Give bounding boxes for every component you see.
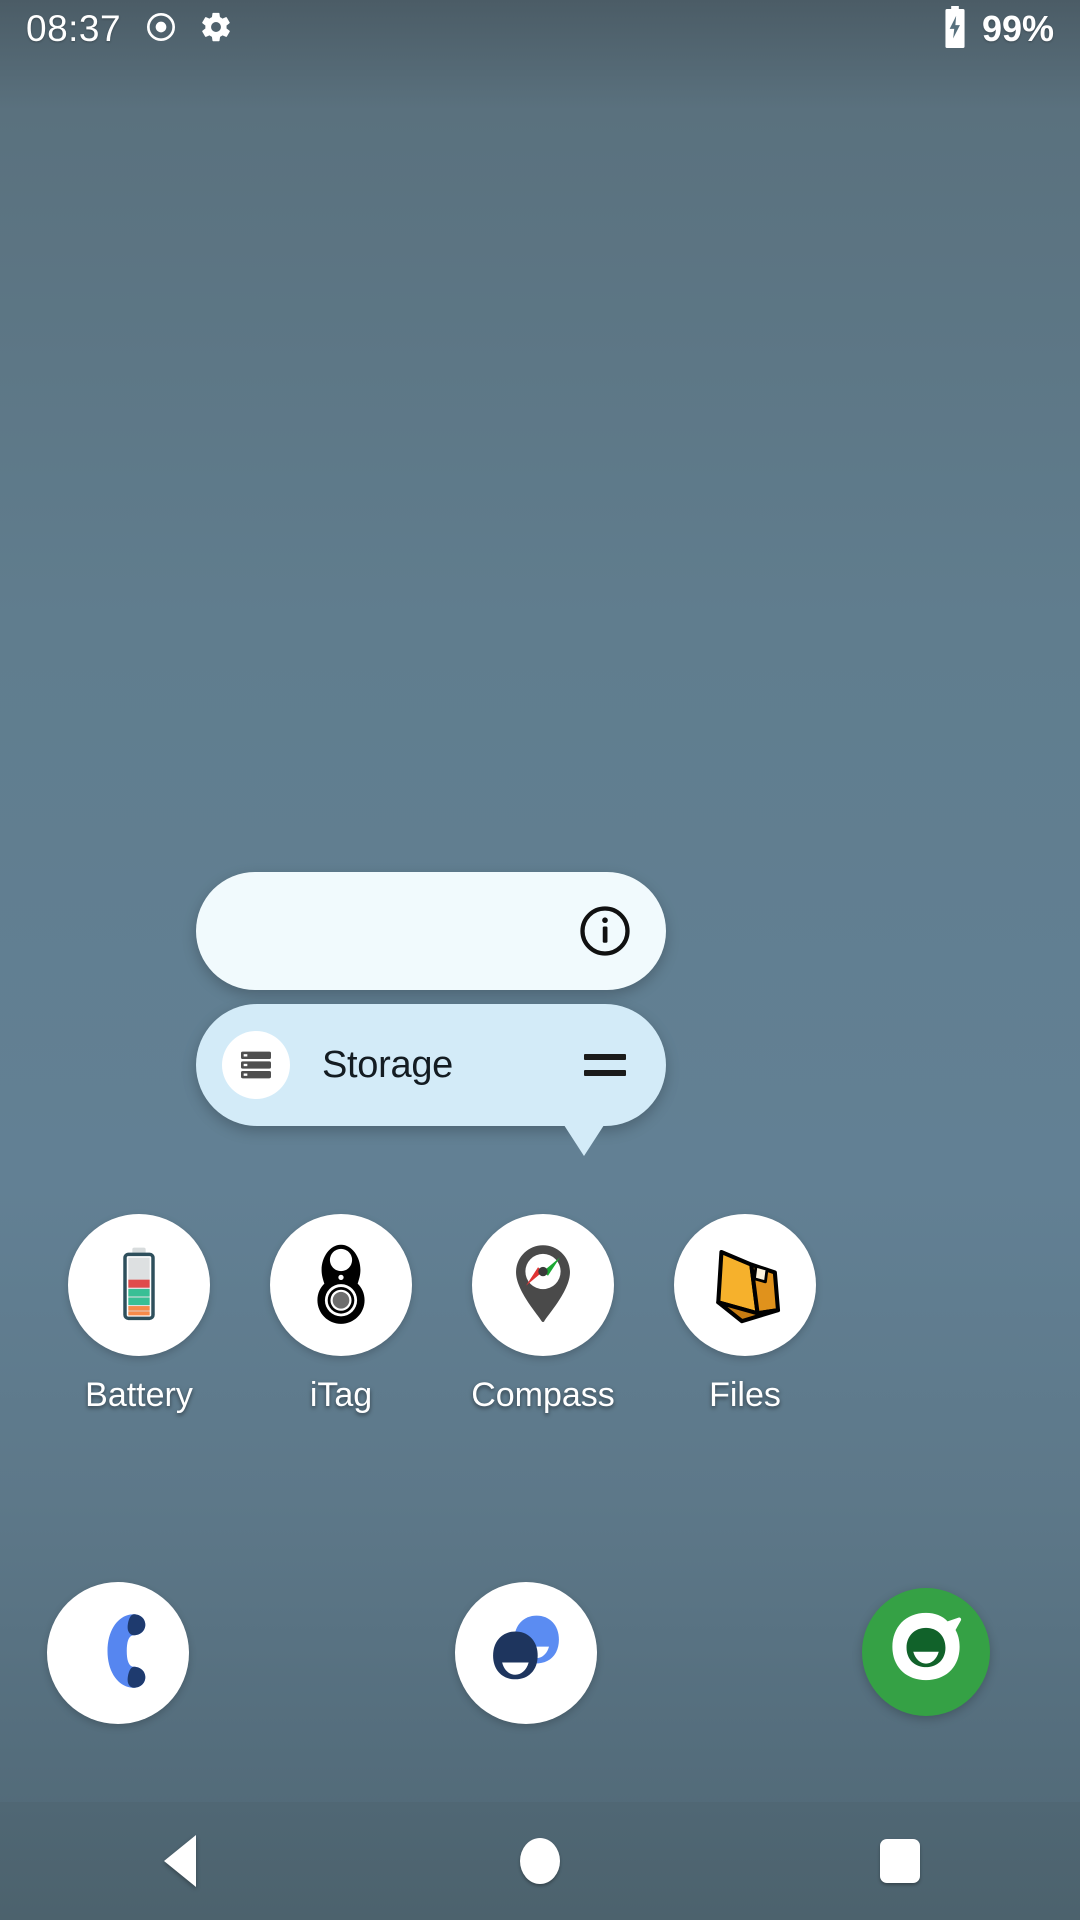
storage-bubble[interactable]: Storage [196,1004,666,1156]
dock-item-phone[interactable] [47,1582,189,1724]
dock [0,1580,1080,1740]
storage-bubble-label: Storage [322,1043,453,1086]
green-smiley-leaf-icon [880,1604,972,1701]
app-label-itag: iTag [309,1376,373,1414]
battery-charging-icon [941,5,969,53]
battery-icon[interactable] [68,1214,210,1356]
files-folder-icon[interactable] [674,1214,816,1356]
app-item-files[interactable]: Files [644,1214,846,1415]
popup-bubble-group: Storage [196,872,666,1156]
dock-item-green-app[interactable] [862,1588,990,1716]
app-label-compass: Compass [471,1376,615,1414]
app-label-files: Files [709,1376,781,1414]
app-label-battery: Battery [85,1376,193,1414]
back-triangle-icon [164,1835,196,1887]
compass-pin-icon[interactable] [472,1214,614,1356]
nav-home-button[interactable] [455,1802,625,1920]
itag-keyfob-icon[interactable] [270,1214,412,1356]
gear-icon [199,10,233,49]
app-item-compass[interactable]: Compass [442,1214,644,1415]
equals-drag-handle-icon[interactable] [584,1054,626,1076]
battery-percentage: 99% [981,8,1054,49]
info-bubble[interactable] [196,872,666,990]
app-grid-row: Battery iTag Compass Files [0,1214,1080,1415]
record-dot-icon [145,11,177,48]
status-bar[interactable]: 08:37 99% [0,0,1080,58]
phone-handset-icon [76,1609,160,1698]
two-faces-icon [480,1605,572,1702]
info-circle-icon[interactable] [578,904,632,958]
app-item-battery[interactable]: Battery [38,1214,240,1415]
app-item-itag[interactable]: iTag [240,1214,442,1415]
recents-square-icon [880,1839,920,1883]
home-circle-icon [520,1838,560,1884]
status-clock: 08:37 [26,8,122,49]
nav-back-button[interactable] [95,1802,265,1920]
dock-item-contacts[interactable] [455,1582,597,1724]
storage-server-icon [222,1031,290,1099]
nav-recents-button[interactable] [815,1802,985,1920]
navigation-bar [0,1802,1080,1920]
